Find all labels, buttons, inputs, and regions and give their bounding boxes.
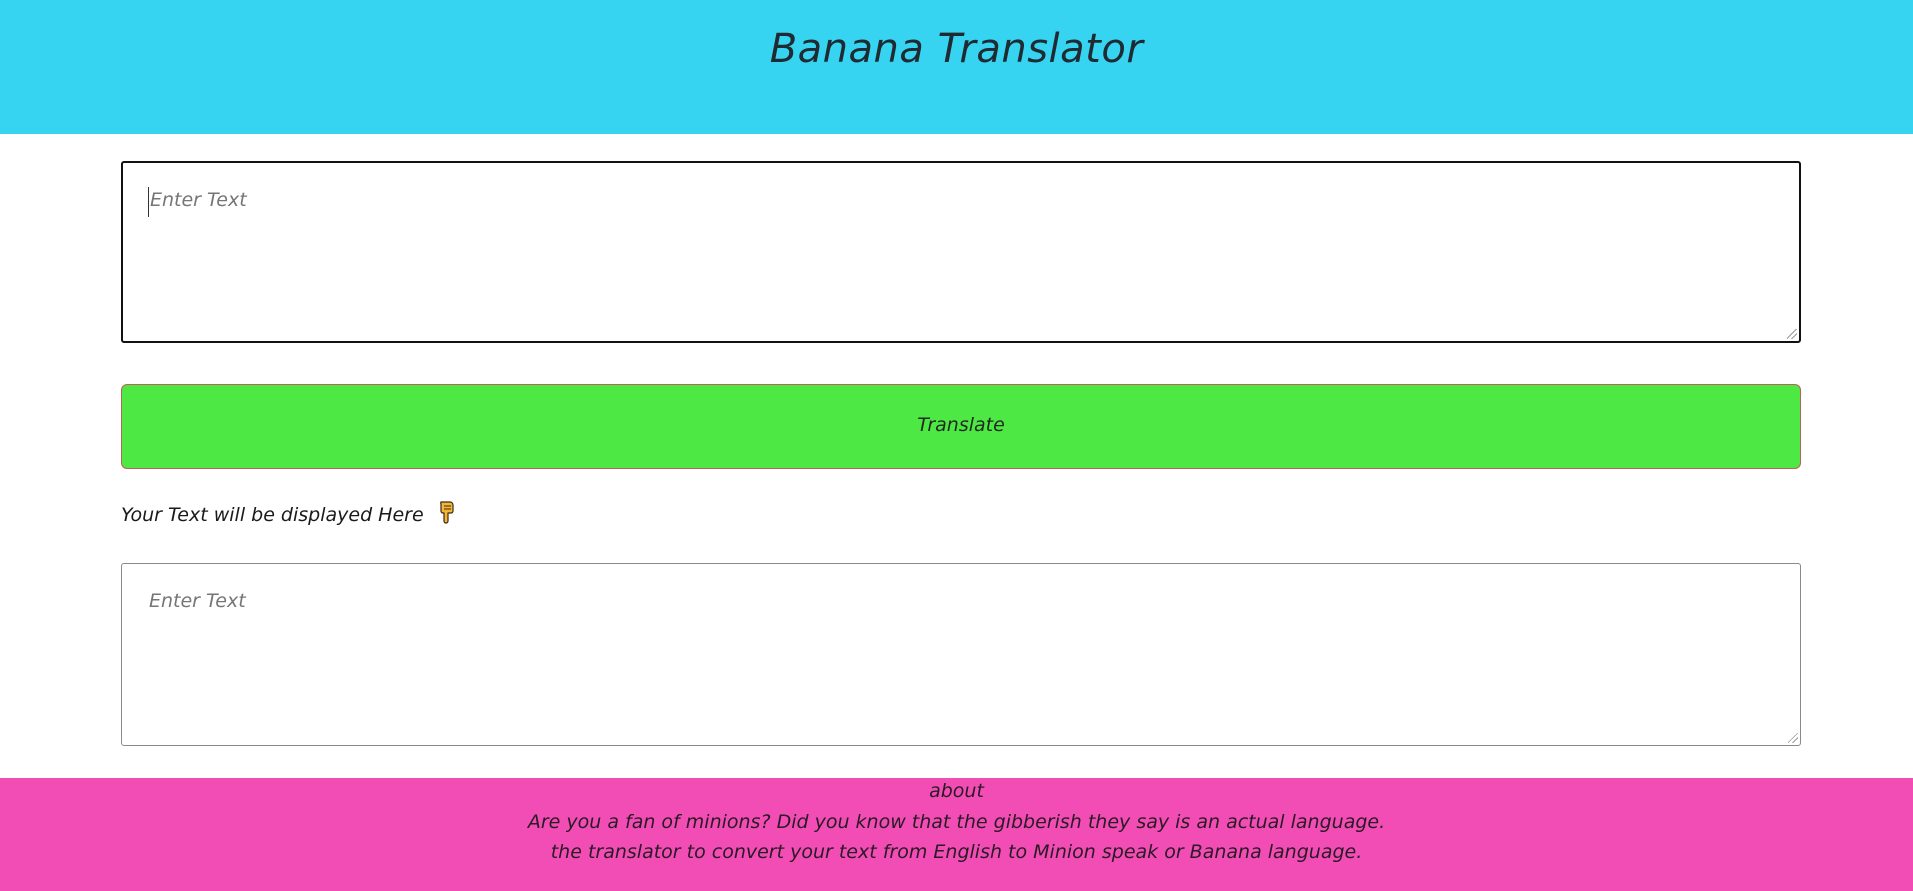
output-placeholder: Enter Text	[149, 590, 246, 612]
output-hint: Your Text will be displayed Here	[121, 500, 456, 529]
text-caret	[148, 187, 149, 217]
resize-handle-icon[interactable]	[1787, 329, 1797, 339]
page-title: Banana Translator	[769, 26, 1144, 72]
translate-button[interactable]: Translate	[121, 384, 1801, 469]
output-textarea[interactable]: Enter Text	[121, 563, 1801, 746]
input-placeholder: Enter Text	[150, 189, 247, 211]
pointing-down-hand-icon	[438, 500, 456, 529]
resize-handle-icon[interactable]	[1788, 733, 1798, 743]
translate-button-label: Translate	[917, 414, 1005, 436]
footer-description-line-2: the translator to convert your text from…	[550, 841, 1363, 863]
input-textarea[interactable]: Enter Text	[121, 161, 1801, 343]
footer-description-line-1: Are you a fan of minions? Did you know t…	[527, 811, 1386, 833]
footer-heading: about	[929, 780, 984, 802]
header-bar: Banana Translator	[0, 0, 1913, 134]
footer: about Are you a fan of minions? Did you …	[0, 778, 1913, 891]
output-hint-text: Your Text will be displayed Here	[121, 504, 424, 526]
